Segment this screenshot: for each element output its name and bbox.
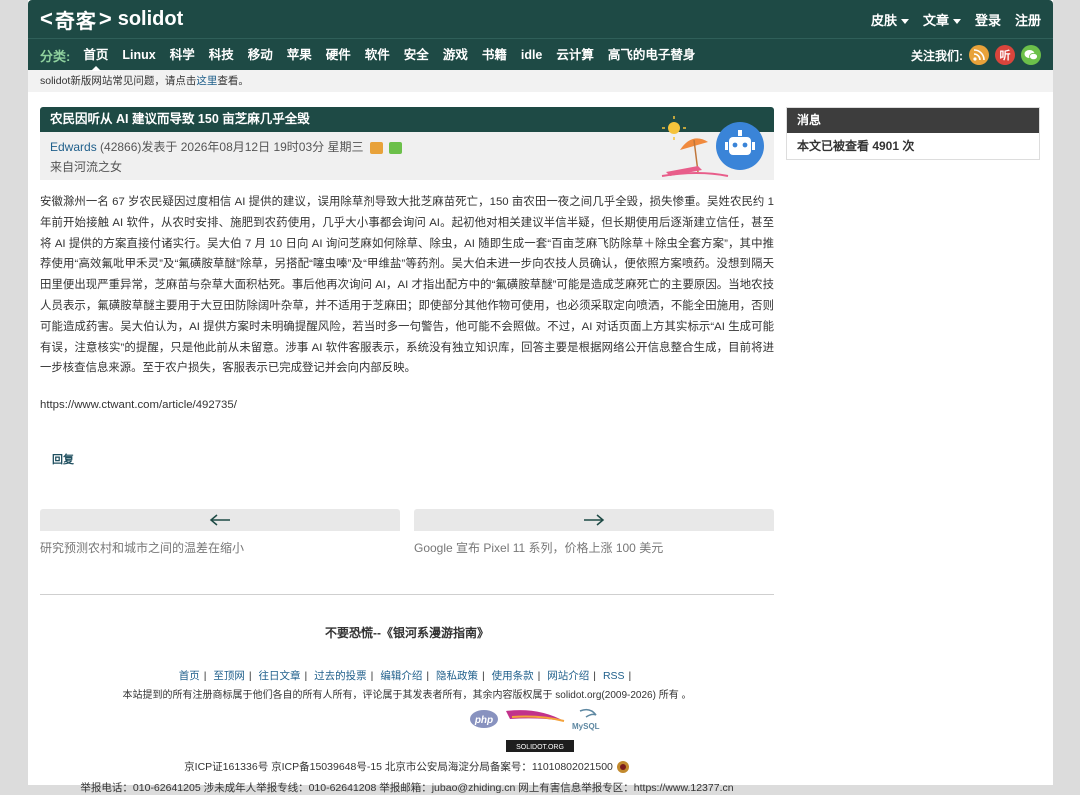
prev-article-button[interactable]: [40, 509, 400, 531]
nav-item-mobile[interactable]: 移动: [241, 39, 280, 71]
nav-item-gaofei[interactable]: 高飞的电子替身: [601, 39, 703, 71]
footer: 不要恐慌--《银河系漫游指南》 首页 | 至顶网 | 往日文章 | 过去的投票 | 编辑…: [28, 620, 786, 795]
nav-item-idle[interactable]: idle: [514, 39, 550, 71]
separator: |: [537, 670, 541, 682]
article-body: 安徽滁州一名 67 岁农民疑因过度相信 AI 提供的建议，误用除草剂导致大批芝麻…: [40, 196, 774, 375]
register-link[interactable]: 注册: [1015, 10, 1041, 29]
footer-link-terms[interactable]: 使用条款: [492, 670, 534, 682]
footer-link-about[interactable]: 网站介绍: [547, 670, 589, 682]
tech-logos: php MySQL SOLIDOT.ORG: [470, 708, 600, 752]
nav-item-linux[interactable]: Linux: [115, 39, 162, 71]
nav-items: 分类: 首页 Linux 科学 科技 移动 苹果 硬件 软件 安全 游戏 书籍 …: [40, 39, 702, 71]
top-bar: < 奇客 > solidot 皮肤 文章 登录 注册: [28, 0, 1053, 38]
article-source-link[interactable]: https://www.ctwant.com/article/492735/: [40, 399, 774, 411]
wechat-glyph: [1024, 50, 1038, 61]
tech-badges: php MySQL SOLIDOT.ORG: [28, 705, 786, 757]
content-divider: [40, 594, 774, 595]
category-nav: 分类: 首页 Linux 科学 科技 移动 苹果 硬件 软件 安全 游戏 书籍 …: [28, 38, 1053, 71]
rss-small-icon[interactable]: [369, 141, 383, 154]
solidot-badge-text: SOLIDOT.ORG: [516, 744, 564, 751]
footer-link-rss[interactable]: RSS: [603, 670, 625, 682]
chevron-down-icon: [952, 18, 961, 24]
separator: |: [203, 670, 207, 682]
listen-icon[interactable]: 听: [995, 45, 1015, 65]
mysql-dolphin-icon: [579, 708, 597, 718]
separator: |: [426, 670, 430, 682]
arrow-right-icon: [584, 514, 605, 526]
nav-item-software[interactable]: 软件: [358, 39, 397, 71]
footer-quote: 不要恐慌--《银河系漫游指南》: [325, 626, 489, 640]
footer-link-zdnet[interactable]: 至顶网: [213, 670, 245, 682]
notice-text: solidot新版网站常见问题，请点击: [40, 75, 197, 87]
nav-item-books[interactable]: 书籍: [475, 39, 514, 71]
notice-text-after: 查看。: [217, 75, 249, 87]
next-article-title[interactable]: Google 宣布 Pixel 11 系列，价格上涨 100 美元: [414, 539, 663, 556]
footer-links: 首页 | 至顶网 | 往日文章 | 过去的投票 | 编辑介绍 | 隐私政策 | 使用条款 | …: [28, 668, 786, 683]
footer-link-editors[interactable]: 编辑介绍: [380, 670, 422, 682]
follow-us: 关注我们: 听: [911, 39, 1041, 71]
nav-item-games[interactable]: 游戏: [436, 39, 475, 71]
separator: |: [370, 670, 374, 682]
nav-item-cloud[interactable]: 云计算: [549, 39, 601, 71]
topic-ai-icon[interactable]: [658, 110, 768, 185]
icp-text[interactable]: 京ICP证161336号 京ICP备15039648号-15 北京市公安局海淀分…: [184, 761, 613, 773]
login-link[interactable]: 登录: [975, 10, 1001, 29]
wechat-small-icon[interactable]: [389, 141, 403, 154]
police-badge-icon: [616, 761, 629, 774]
prev-article-title[interactable]: 研究预测农村和城市之间的温差在缩小: [40, 539, 244, 556]
rss-icon[interactable]: [969, 45, 989, 65]
nav-item-home[interactable]: 首页: [76, 39, 115, 71]
article: 农民因听从 AI 建议而导致 150 亩芝麻几乎全毁 Edwards (4286…: [40, 107, 774, 467]
logo-site-name: solidot: [117, 7, 184, 30]
separator: |: [593, 670, 597, 682]
nav-item-hardware[interactable]: 硬件: [319, 39, 358, 71]
footer-link-privacy[interactable]: 隐私政策: [436, 670, 478, 682]
separator: |: [248, 670, 252, 682]
separator: |: [481, 670, 485, 682]
sidebar-heading: 消息: [787, 108, 1039, 133]
article-menu[interactable]: 文章: [923, 10, 961, 29]
separator: |: [628, 670, 632, 682]
article-author[interactable]: Edwards: [50, 140, 97, 154]
follow-label: 关注我们:: [911, 48, 963, 63]
logo-bracket-left: <: [40, 6, 53, 31]
footer-link-archive[interactable]: 往日文章: [259, 670, 301, 682]
rss-glyph: [973, 49, 985, 61]
nav-item-science[interactable]: 科学: [163, 39, 202, 71]
view-count: 本文已被查看 4901 次: [797, 139, 915, 153]
next-article-button[interactable]: [414, 509, 774, 531]
report-info: 举报电话：010-62641205 涉未成年人举报专线：010-62641208…: [80, 782, 734, 795]
article-byline: Edwards (42866)发表于 2026年08月12日 19时03分 星期…: [50, 138, 764, 156]
article-meta: Edwards (42866)发表于 2026年08月12日 19时03分 星期…: [40, 116, 774, 180]
article-date: (42866)发表于 2026年08月12日 19时03分 星期三: [96, 140, 364, 154]
arrow-left-icon: [209, 514, 230, 526]
header-actions: 皮肤 文章 登录 注册: [871, 0, 1041, 38]
notice-bar: solidot新版网站常见问题，请点击这里查看。: [28, 70, 1053, 92]
reply-link[interactable]: 回复: [52, 451, 774, 467]
site-logo[interactable]: < 奇客 > solidot: [40, 6, 184, 33]
mysql-badge-text: MySQL: [572, 722, 600, 731]
logo-qike: 奇客: [54, 10, 97, 33]
skin-menu[interactable]: 皮肤: [871, 10, 909, 29]
article-pagination: 研究预测农村和城市之间的温差在缩小 Google 宣布 Pixel 11 系列，…: [40, 509, 774, 556]
separator: |: [304, 670, 308, 682]
nav-label: 分类:: [40, 48, 71, 64]
chevron-down-icon: [900, 18, 909, 24]
article-source: 来自河流之女: [50, 160, 123, 174]
article-label: 文章: [922, 12, 949, 28]
nav-item-security[interactable]: 安全: [397, 39, 436, 71]
copyright-text: 本站提到的所有注册商标属于他们各自的所有人所有，评论属于其发表者所有，其余内容版…: [122, 690, 692, 701]
sidebar-messages: 消息 本文已被查看 4901 次: [786, 107, 1040, 160]
footer-link-polls[interactable]: 过去的投票: [314, 670, 367, 682]
notice-link[interactable]: 这里: [196, 75, 217, 87]
nav-item-apple[interactable]: 苹果: [280, 39, 319, 71]
page: < 奇客 > solidot 皮肤 文章 登录 注册 分类: 首页 Linux …: [28, 0, 1053, 794]
php-badge-text: php: [474, 715, 493, 726]
skin-label: 皮肤: [870, 12, 897, 28]
wechat-icon[interactable]: [1021, 45, 1041, 65]
icp-info: 京ICP证161336号 京ICP备15039648号-15 北京市公安局海淀分…: [28, 759, 786, 774]
footer-link-home[interactable]: 首页: [179, 670, 200, 682]
logo-bracket-right: >: [98, 6, 112, 31]
nav-item-tech[interactable]: 科技: [202, 39, 241, 71]
